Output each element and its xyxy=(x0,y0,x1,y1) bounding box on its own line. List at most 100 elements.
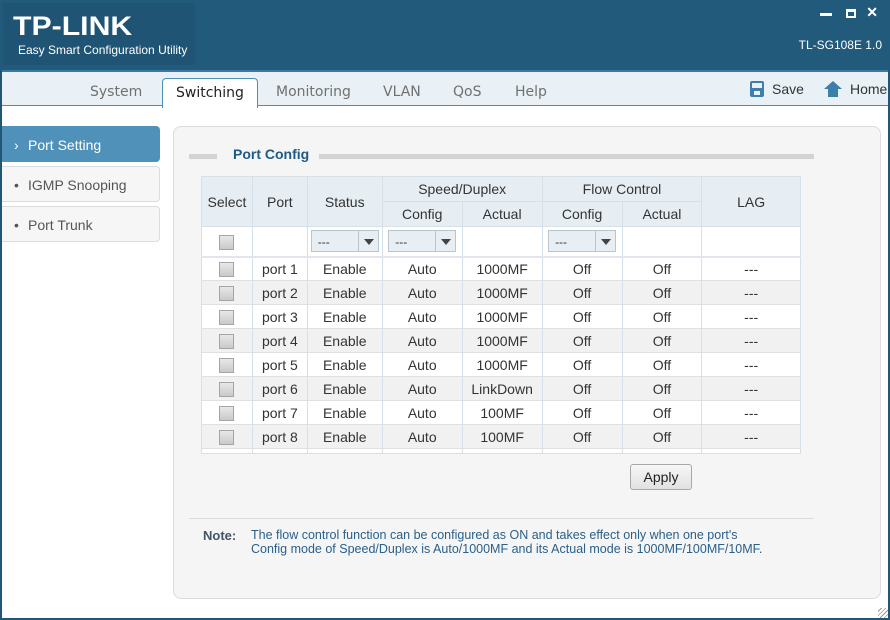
flow-config-select[interactable]: --- xyxy=(548,230,617,253)
cell-speed-config: Auto xyxy=(381,304,463,329)
cell-speed-actual: 1000MF xyxy=(461,304,543,329)
chevron-right-icon: › xyxy=(14,137,19,153)
cell-speed-config: Auto xyxy=(381,400,463,425)
save-label: Save xyxy=(772,81,804,97)
tab-system[interactable]: System xyxy=(90,84,142,100)
cell-status: Enable xyxy=(306,304,383,329)
cell-speed-actual: 1000MF xyxy=(461,352,543,377)
cell-flow-actual: Off xyxy=(621,376,703,401)
header-bar: TP-LINK Easy Smart Configuration Utility… xyxy=(0,0,890,70)
cell-status: Enable xyxy=(306,256,383,281)
cell-speed-actual: 1000MF xyxy=(461,256,543,281)
tab-switching[interactable]: Switching xyxy=(162,78,258,108)
sidebar-item-igmp-snooping[interactable]: • IGMP Snooping xyxy=(2,166,160,202)
cell-status: Enable xyxy=(306,280,383,305)
cell-speed-config: Auto xyxy=(381,328,463,353)
sidebar-item-port-setting[interactable]: › Port Setting xyxy=(2,126,160,162)
cell-status: Enable xyxy=(306,352,383,377)
home-button[interactable]: Home xyxy=(824,81,887,97)
cell-speed-config: Auto xyxy=(381,256,463,281)
tp-link-logo: TP-LINK xyxy=(13,11,133,41)
row-select-checkbox[interactable] xyxy=(219,357,235,373)
header-port: Port xyxy=(251,176,308,227)
save-button[interactable]: Save xyxy=(750,81,804,97)
row-select-checkbox[interactable] xyxy=(219,381,235,397)
apply-button[interactable]: Apply xyxy=(630,464,692,490)
cell-port: port 3 xyxy=(251,304,308,329)
port-config-table: Select Port Status Speed/Duplex Flow Con… xyxy=(201,176,801,454)
cell-port: port 4 xyxy=(251,328,308,353)
select-all-checkbox[interactable] xyxy=(219,234,235,250)
cell-status: Enable xyxy=(306,424,383,449)
cell-port: port 8 xyxy=(251,424,308,449)
cell-lag: --- xyxy=(701,328,801,353)
close-icon[interactable]: ✕ xyxy=(866,4,878,21)
table-row: port 8 Enable Auto 100MF Off Off --- xyxy=(201,424,801,449)
resize-grip[interactable] xyxy=(878,608,888,618)
row-select-checkbox[interactable] xyxy=(219,309,235,325)
cell-flow-config: Off xyxy=(541,424,623,449)
status-select[interactable]: --- xyxy=(310,230,379,253)
cell-flow-actual: Off xyxy=(621,304,703,329)
cell-flow-config: Off xyxy=(541,280,623,305)
cell-lag: --- xyxy=(701,304,801,329)
table-row: port 4 Enable Auto 1000MF Off Off --- xyxy=(201,328,801,353)
app-subtitle: Easy Smart Configuration Utility xyxy=(18,43,188,57)
cell-flow-actual: Off xyxy=(621,280,703,305)
cell-lag: --- xyxy=(701,376,801,401)
maximize-icon[interactable] xyxy=(846,9,856,18)
header-select: Select xyxy=(201,176,253,227)
tab-qos[interactable]: QoS xyxy=(453,84,481,100)
menu-bar: System Switching Monitoring VLAN QoS Hel… xyxy=(2,70,888,108)
header-flow-config: Config xyxy=(541,201,623,227)
cell-flow-config: Off xyxy=(541,400,623,425)
filter-row: --- --- --- xyxy=(201,226,801,258)
cell-lag: --- xyxy=(701,424,801,449)
tab-help[interactable]: Help xyxy=(515,84,547,100)
sidebar-item-label: Port Trunk xyxy=(28,217,93,233)
header-speed-config: Config xyxy=(381,201,463,227)
header-lag: LAG xyxy=(701,176,801,227)
chevron-down-icon xyxy=(357,231,378,252)
cell-lag: --- xyxy=(701,256,801,281)
row-select-checkbox[interactable] xyxy=(219,285,235,301)
speed-config-select[interactable]: --- xyxy=(388,230,457,253)
cell-flow-config: Off xyxy=(541,328,623,353)
cell-speed-config: Auto xyxy=(381,280,463,305)
row-select-checkbox[interactable] xyxy=(219,405,235,421)
cell-lag: --- xyxy=(701,400,801,425)
cell-port: port 1 xyxy=(251,256,308,281)
home-icon xyxy=(824,81,842,97)
cell-flow-config: Off xyxy=(541,376,623,401)
sidebar-item-label: IGMP Snooping xyxy=(28,177,127,193)
minimize-icon[interactable] xyxy=(820,13,832,16)
cell-port: port 5 xyxy=(251,352,308,377)
row-select-checkbox[interactable] xyxy=(219,429,235,445)
cell-status: Enable xyxy=(306,376,383,401)
bullet-icon: • xyxy=(14,177,19,193)
cell-speed-config: Auto xyxy=(381,352,463,377)
row-select-checkbox[interactable] xyxy=(219,333,235,349)
tab-monitoring[interactable]: Monitoring xyxy=(276,84,351,100)
home-label: Home xyxy=(850,81,888,97)
cell-speed-actual: LinkDown xyxy=(461,376,543,401)
cell-speed-actual: 100MF xyxy=(461,424,543,449)
sidebar-item-label: Port Setting xyxy=(28,137,102,153)
header-speed-duplex: Speed/Duplex xyxy=(381,176,543,202)
cell-port: port 7 xyxy=(251,400,308,425)
cell-status: Enable xyxy=(306,400,383,425)
cell-flow-config: Off xyxy=(541,304,623,329)
tab-vlan[interactable]: VLAN xyxy=(383,84,421,100)
header-status: Status xyxy=(306,176,383,227)
header-speed-actual: Actual xyxy=(461,201,543,227)
row-select-checkbox[interactable] xyxy=(219,262,235,278)
cell-flow-actual: Off xyxy=(621,352,703,377)
section-title: Port Config xyxy=(233,146,310,162)
note-text: The flow control function can be configu… xyxy=(251,528,763,556)
cell-speed-actual: 1000MF xyxy=(461,328,543,353)
cell-speed-config: Auto xyxy=(381,376,463,401)
cell-flow-config: Off xyxy=(541,256,623,281)
cell-speed-actual: 1000MF xyxy=(461,280,543,305)
sidebar-item-port-trunk[interactable]: • Port Trunk xyxy=(2,206,160,242)
cell-speed-config: Auto xyxy=(381,424,463,449)
